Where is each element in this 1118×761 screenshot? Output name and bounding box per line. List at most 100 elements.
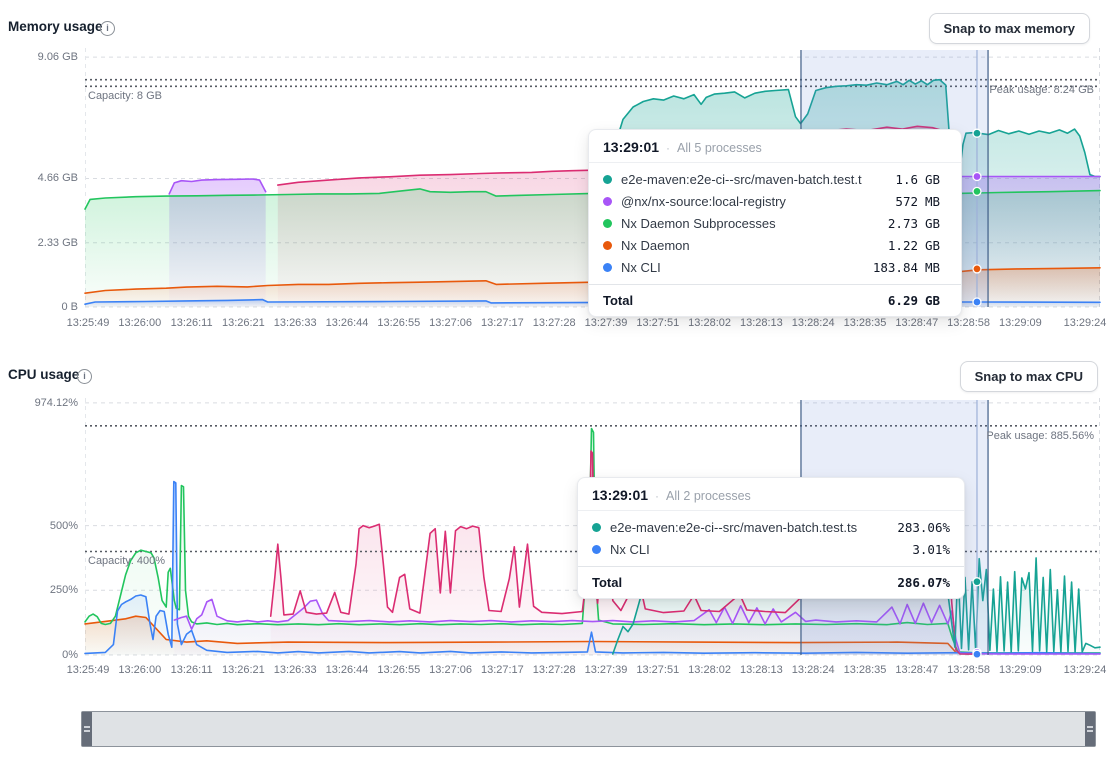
y-axis-tick-label: 974.12%	[0, 397, 78, 409]
x-axis-tick-label: 13:28:02	[688, 317, 731, 329]
tooltip-row: e2e-maven:e2e-ci--src/maven-batch.test.t…	[592, 516, 950, 538]
x-axis-tick-label: 13:28:13	[740, 317, 783, 329]
x-axis-tick-label: 13:28:02	[688, 664, 731, 676]
series-unit: MB	[925, 260, 947, 275]
series-unit: GB	[925, 238, 947, 253]
x-axis-tick-label: 13:27:06	[429, 664, 472, 676]
snap-to-max-memory-button[interactable]: Snap to max memory	[929, 13, 1091, 44]
tooltip-time: 13:29:01	[603, 139, 659, 155]
cpu-info-icon[interactable]: i	[77, 369, 92, 384]
series-name: e2e-maven:e2e-ci--src/maven-batch.test.t…	[621, 172, 862, 187]
snap-to-max-cpu-button[interactable]: Snap to max CPU	[960, 361, 1098, 392]
tooltip-total-unit: GB	[925, 293, 947, 308]
x-axis-tick-label: 13:26:44	[326, 317, 369, 329]
tooltip-rows: e2e-maven:e2e-ci--src/maven-batch.test.t…	[589, 163, 961, 284]
brush-handle-right[interactable]	[1085, 712, 1095, 746]
tooltip-rows: e2e-maven:e2e-ci--src/maven-batch.test.t…	[578, 511, 964, 566]
series-color-dot	[603, 175, 612, 184]
y-axis-tick-label: 0%	[0, 649, 78, 661]
series-value: 3.01	[886, 542, 942, 557]
series-value: 283.06	[886, 520, 942, 535]
brush-handle-left[interactable]	[82, 712, 92, 746]
series-name: Nx CLI	[621, 260, 862, 275]
series-value: 572	[862, 194, 918, 209]
tooltip-total-value: 6.29	[862, 293, 918, 308]
memory-tooltip: 13:29:01 · All 5 processes e2e-maven:e2e…	[588, 129, 962, 317]
tooltip-row: Nx Daemon Subprocesses2.73 GB	[603, 212, 947, 234]
series-color-dot	[592, 545, 601, 554]
x-axis-tick-label: 13:25:49	[67, 664, 110, 676]
x-axis-tick-label: 13:26:21	[222, 664, 265, 676]
tooltip-subtitle: All 5 processes	[677, 141, 762, 155]
tooltip-row: e2e-maven:e2e-ci--src/maven-batch.test.t…	[603, 168, 947, 190]
series-value: 1.22	[862, 238, 918, 253]
tooltip-total-label: Total	[592, 575, 886, 590]
peak-usage-label: Peak usage: 8.24 GB	[989, 84, 1094, 96]
crosshair-point	[973, 265, 981, 273]
crosshair-point	[973, 650, 981, 658]
tooltip-separator: ·	[655, 489, 659, 503]
series-color-dot	[603, 241, 612, 250]
x-axis-tick-label: 13:26:33	[274, 317, 317, 329]
x-axis-tick-label: 13:28:24	[792, 664, 835, 676]
crosshair-point	[973, 187, 981, 195]
tooltip-total-value: 286.07	[886, 575, 942, 590]
series-value: 183.84	[862, 260, 918, 275]
x-axis-tick-label: 13:29:24	[1064, 664, 1107, 676]
brush-track[interactable]	[92, 712, 1085, 746]
x-axis-tick-label: 13:27:39	[585, 664, 628, 676]
series-color-dot	[603, 263, 612, 272]
x-axis-tick-label: 13:28:35	[844, 664, 887, 676]
x-axis-tick-label: 13:28:58	[947, 317, 990, 329]
tooltip-total-row: Total 6.29 GB	[589, 284, 961, 316]
brush-grip-icon	[1087, 726, 1093, 728]
y-axis-tick-label: 2.33 GB	[0, 237, 78, 249]
capacity-label: Capacity: 400%	[88, 555, 165, 567]
x-axis-tick-label: 13:26:00	[118, 664, 161, 676]
series-value: 2.73	[862, 216, 918, 231]
series-name: Nx Daemon Subprocesses	[621, 216, 862, 231]
cpu-usage-title: CPU usage	[8, 367, 79, 382]
x-axis-tick-label: 13:26:55	[377, 317, 420, 329]
tooltip-row: Nx Daemon1.22 GB	[603, 234, 947, 256]
series-color-dot	[592, 523, 601, 532]
series-unit: GB	[925, 172, 947, 187]
x-axis-tick-label: 13:26:33	[274, 664, 317, 676]
x-axis-tick-label: 13:28:58	[947, 664, 990, 676]
x-axis-tick-label: 13:26:44	[326, 664, 369, 676]
series-unit: %	[942, 542, 950, 557]
tooltip-separator: ·	[666, 141, 670, 155]
series-name: Nx Daemon	[621, 238, 862, 253]
y-axis-tick-label: 9.06 GB	[0, 51, 78, 63]
crosshair-point	[973, 173, 981, 181]
x-axis-tick-label: 13:27:17	[481, 664, 524, 676]
x-axis-tick-label: 13:27:39	[585, 317, 628, 329]
y-axis-tick-label: 500%	[0, 520, 78, 532]
x-axis-tick-label: 13:27:51	[636, 317, 679, 329]
x-axis-tick-label: 13:27:28	[533, 317, 576, 329]
tooltip-total-label: Total	[603, 293, 862, 308]
x-axis-tick-label: 13:28:47	[895, 317, 938, 329]
tooltip-row: Nx CLI3.01%	[592, 538, 950, 560]
x-axis-tick-label: 13:25:49	[67, 317, 110, 329]
x-axis-tick-label: 13:27:06	[429, 317, 472, 329]
x-axis-tick-label: 13:29:09	[999, 664, 1042, 676]
memory-info-icon[interactable]: i	[100, 21, 115, 36]
tooltip-subtitle: All 2 processes	[666, 489, 751, 503]
series-name: @nx/nx-source:local-registry	[621, 194, 862, 209]
series-color-dot	[603, 219, 612, 228]
series-value: 1.6	[862, 172, 918, 187]
series-color-dot	[603, 197, 612, 206]
tooltip-total-row: Total 286.07 %	[578, 566, 964, 598]
capacity-label: Capacity: 8 GB	[88, 90, 162, 102]
time-range-brush[interactable]	[81, 711, 1096, 747]
series-unit: GB	[925, 216, 947, 231]
peak-usage-label: Peak usage: 885.56%	[986, 430, 1094, 442]
y-axis-tick-label: 4.66 GB	[0, 172, 78, 184]
tooltip-header: 13:29:01 · All 5 processes	[589, 130, 961, 163]
tooltip-row: Nx CLI183.84 MB	[603, 256, 947, 278]
tooltip-time: 13:29:01	[592, 487, 648, 503]
x-axis-tick-label: 13:28:35	[844, 317, 887, 329]
x-axis-tick-label: 13:28:47	[895, 664, 938, 676]
y-axis-tick-label: 0 B	[0, 301, 78, 313]
